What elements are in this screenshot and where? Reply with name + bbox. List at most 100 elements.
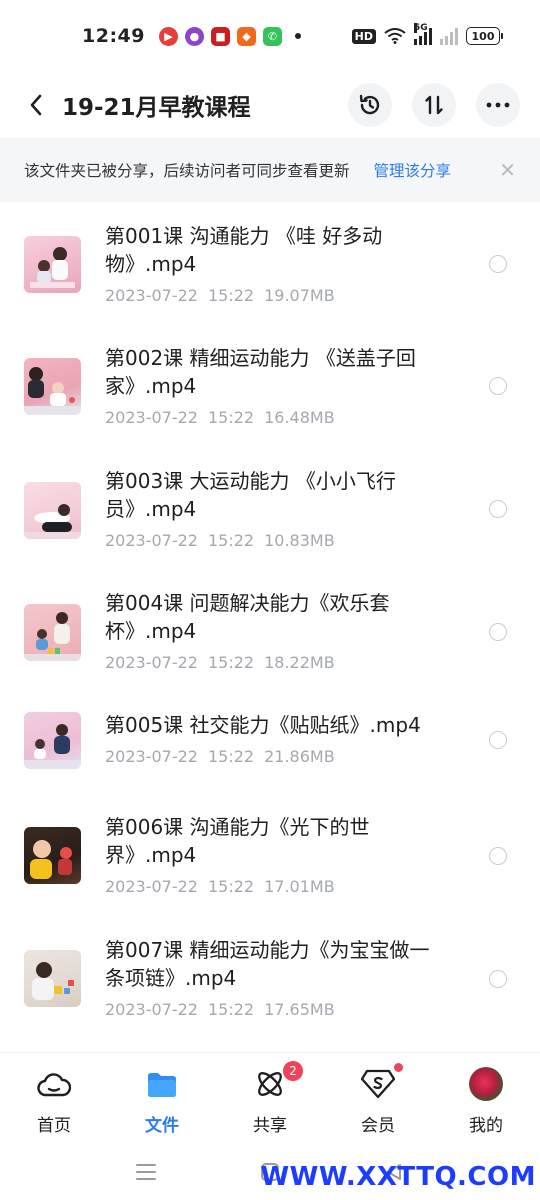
bottom-nav: 首页 文件 2 共享 会员 我的: [0, 1052, 540, 1144]
video-thumbnail: [24, 236, 81, 293]
nav-label: 会员: [361, 1116, 395, 1136]
signal-icon-secondary: [440, 27, 458, 45]
select-radio[interactable]: [489, 970, 507, 988]
back-button[interactable]: [20, 85, 52, 125]
share-badge-count: 2: [283, 1061, 303, 1081]
select-radio[interactable]: [489, 731, 507, 749]
battery-level: 100: [471, 29, 495, 43]
list-item[interactable]: 第007课 精细运动能力《为宝宝做一条项链》.mp4 2023-07-22 15:…: [0, 908, 540, 1052]
file-meta: 2023-07-22 15:22 21.86MB: [105, 747, 335, 766]
nav-profile[interactable]: 我的: [432, 1053, 540, 1144]
share-banner-text: 该文件夹已被分享，后续访问者可同步查看更新: [24, 162, 350, 180]
header-actions: [348, 83, 520, 127]
file-name: 第004课 问题解决能力《欢乐套杯》.mp4: [105, 591, 390, 643]
file-meta: 2023-07-22 15:22 19.07MB: [105, 286, 335, 305]
file-meta: 2023-07-22 15:22 10.83MB: [105, 531, 335, 550]
atom-share-icon: 2: [253, 1061, 303, 1101]
history-button[interactable]: [348, 83, 392, 127]
file-time: 15:22: [207, 747, 255, 766]
more-icon: [486, 102, 510, 108]
nav-home[interactable]: 首页: [0, 1053, 108, 1144]
header: 19-21月早教课程: [0, 72, 540, 138]
network-type: 5G: [414, 23, 428, 33]
select-radio[interactable]: [489, 500, 507, 518]
list-item[interactable]: 第002课 精细运动能力 《送盖子回家》.mp4 2023-07-22 15:22…: [0, 324, 540, 447]
select-radio[interactable]: [489, 377, 507, 395]
more-notifications-dot: [294, 33, 301, 39]
menu-lines-icon: [136, 1164, 156, 1180]
avatar-image: [469, 1067, 503, 1101]
notification-app-icon: ▶: [158, 26, 178, 46]
watermark: WWW.XXTTQ.COM: [260, 1162, 536, 1192]
file-time: 15:22: [207, 653, 255, 672]
file-date: 2023-07-22: [105, 531, 198, 550]
file-size: 19.07MB: [264, 286, 335, 305]
share-banner: 该文件夹已被分享，后续访问者可同步查看更新 管理该分享 ✕: [0, 138, 540, 202]
select-radio[interactable]: [489, 623, 507, 641]
file-name: 第003课 大运动能力 《小小飞行员》.mp4: [105, 469, 396, 521]
page-title: 19-21月早教课程: [62, 95, 251, 121]
file-time: 15:22: [207, 408, 255, 427]
status-indicators: HD 5G 100: [351, 23, 503, 45]
list-item[interactable]: 第005课 社交能力《贴贴纸》.mp4 2023-07-22 15:22 21.86…: [0, 691, 540, 785]
phone-icon: ✆: [262, 26, 282, 46]
file-date: 2023-07-22: [105, 408, 198, 427]
wifi-icon: [384, 28, 406, 44]
file-name: 第006课 沟通能力《光下的世界》.mp4: [105, 815, 370, 867]
hd-badge: HD: [351, 28, 376, 44]
file-name: 第007课 精细运动能力《为宝宝做一条项链》.mp4: [105, 938, 430, 990]
video-thumbnail: [24, 950, 81, 1007]
status-time: 12:49: [82, 25, 145, 47]
file-name: 第005课 社交能力《贴贴纸》.mp4: [105, 713, 421, 737]
more-button[interactable]: [476, 83, 520, 127]
close-icon[interactable]: ✕: [499, 158, 516, 182]
chevron-left-icon: [30, 94, 42, 116]
notification-app-icon: ◆: [236, 26, 256, 46]
list-item[interactable]: 第004课 问题解决能力《欢乐套杯》.mp4 2023-07-22 15:22 18…: [0, 569, 540, 691]
recents-button[interactable]: [134, 1160, 158, 1184]
list-item[interactable]: 第001课 沟通能力 《哇 好多动物》.mp4 2023-07-22 15:22 1…: [0, 202, 540, 324]
file-size: 10.83MB: [264, 531, 335, 550]
nav-label: 首页: [37, 1116, 71, 1136]
list-item[interactable]: 第003课 大运动能力 《小小飞行员》.mp4 2023-07-22 15:22 1…: [0, 447, 540, 569]
video-thumbnail: [24, 604, 81, 661]
file-meta: 2023-07-22 15:22 17.65MB: [105, 1000, 335, 1019]
file-date: 2023-07-22: [105, 286, 198, 305]
file-meta: 2023-07-22 15:22 18.22MB: [105, 653, 335, 672]
select-radio[interactable]: [489, 847, 507, 865]
nav-share[interactable]: 2 共享: [216, 1053, 324, 1144]
nav-label: 共享: [253, 1116, 287, 1136]
video-thumbnail: [24, 482, 81, 539]
nav-vip[interactable]: 会员: [324, 1053, 432, 1144]
video-thumbnail: [24, 712, 81, 769]
cloud-icon: [37, 1067, 71, 1101]
list-item[interactable]: 第006课 沟通能力《光下的世界》.mp4 2023-07-22 15:22 17.…: [0, 785, 540, 908]
video-thumbnail: [24, 358, 81, 415]
file-meta: 2023-07-22 15:22 17.01MB: [105, 877, 335, 896]
file-name: 第002课 精细运动能力 《送盖子回家》.mp4: [105, 346, 416, 398]
video-thumbnail: [24, 827, 81, 884]
notification-icons: ▶ ● ■ ◆ ✆: [158, 26, 301, 46]
status-bar: 12:49 ▶ ● ■ ◆ ✆ HD 5G 100: [0, 0, 540, 72]
nav-label: 我的: [469, 1116, 503, 1136]
notification-app-icon: ■: [210, 26, 230, 46]
signal-icon: 5G: [414, 23, 432, 45]
battery-icon: 100: [466, 27, 503, 45]
file-size: 17.01MB: [264, 877, 335, 896]
file-name: 第001课 沟通能力 《哇 好多动物》.mp4: [105, 224, 383, 276]
manage-share-link[interactable]: 管理该分享: [374, 159, 452, 181]
diamond-vip-icon: [361, 1063, 403, 1101]
select-radio[interactable]: [489, 255, 507, 273]
avatar: [469, 1067, 503, 1101]
nav-label: 文件: [145, 1116, 179, 1136]
file-size: 17.65MB: [264, 1000, 335, 1019]
file-date: 2023-07-22: [105, 653, 198, 672]
nav-files[interactable]: 文件: [108, 1053, 216, 1144]
sort-button[interactable]: [412, 83, 456, 127]
file-time: 15:22: [207, 877, 255, 896]
file-time: 15:22: [207, 531, 255, 550]
file-date: 2023-07-22: [105, 747, 198, 766]
notification-app-icon: ●: [184, 26, 204, 46]
file-size: 21.86MB: [264, 747, 335, 766]
file-date: 2023-07-22: [105, 1000, 198, 1019]
